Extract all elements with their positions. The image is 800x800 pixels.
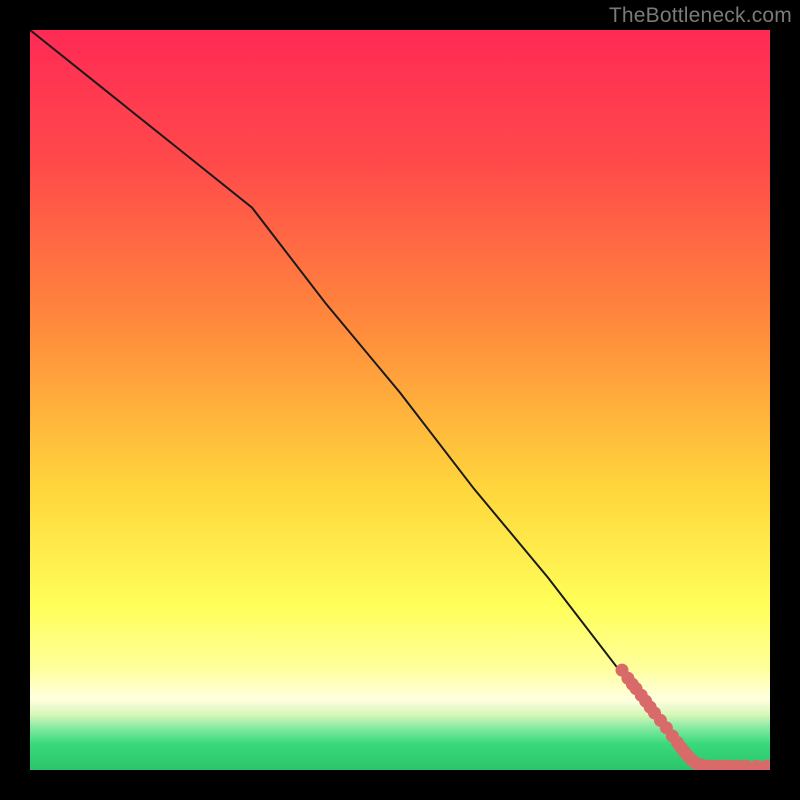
chart-frame: TheBottleneck.com — [0, 0, 800, 800]
chart-svg — [30, 30, 770, 770]
gradient-background — [30, 30, 770, 770]
plot-area — [30, 30, 770, 770]
watermark-text: TheBottleneck.com — [609, 4, 792, 28]
